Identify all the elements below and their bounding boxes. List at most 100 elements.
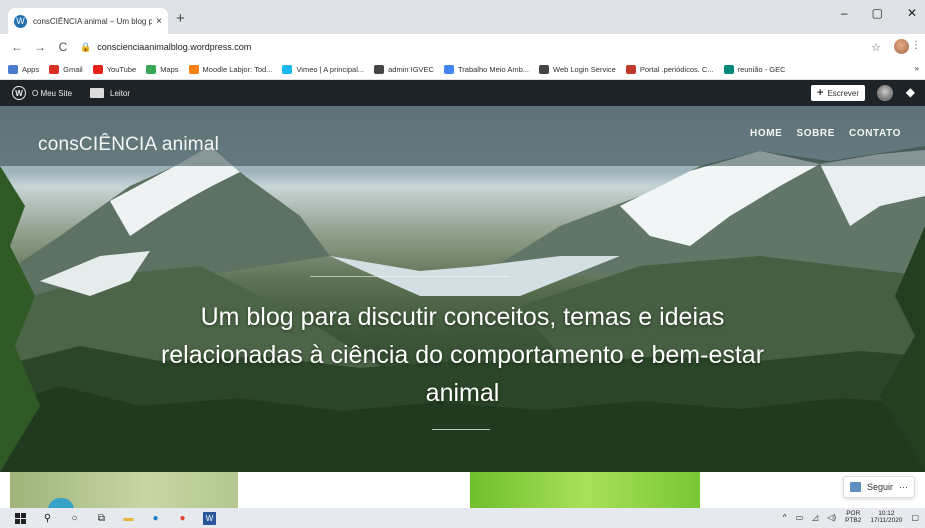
cortana-icon[interactable]: ○: [68, 512, 81, 525]
bookmark-item[interactable]: Web Login Service: [539, 65, 616, 74]
site-navigation: HOME SOBRE CONTATO: [750, 128, 901, 139]
user-avatar[interactable]: [877, 85, 893, 101]
bookmark-item[interactable]: Maps: [146, 65, 179, 74]
lock-icon: 🔒: [80, 41, 92, 52]
new-tab-button[interactable]: +: [176, 11, 185, 26]
tab-title: consCIÊNCIA animal – Um blog p: [33, 16, 153, 26]
site-tagline: Um blog para discutir conceitos, temas e…: [160, 303, 765, 407]
close-window-button[interactable]: ✕: [907, 6, 917, 20]
bookmark-label: Gmail: [63, 65, 83, 74]
bookmark-item[interactable]: Vimeo | A principal...: [282, 65, 364, 74]
follow-more-icon[interactable]: ···: [899, 482, 908, 492]
language-code: POR: [846, 510, 861, 517]
nav-contato[interactable]: CONTATO: [849, 128, 901, 139]
bookmark-star-icon[interactable]: ☆: [871, 41, 881, 54]
bookmark-item[interactable]: admin IGVEC: [374, 65, 434, 74]
wifi-icon[interactable]: ◿: [812, 513, 818, 522]
tab-close-icon[interactable]: ×: [156, 16, 162, 27]
apps-grid-icon: [8, 65, 18, 74]
nav-sobre[interactable]: SOBRE: [796, 128, 835, 139]
search-icon[interactable]: ⚲: [41, 512, 54, 525]
meet-icon: [723, 65, 734, 74]
system-tray: ^ ▭ ◿ ◁) POR PTB2 10:12 17/11/2020 ▢: [783, 510, 919, 524]
bookmark-label: Maps: [160, 65, 179, 74]
follow-button[interactable]: Seguir ···: [842, 476, 915, 498]
address-row: ← → C 🔒 conscienciaanimalblog.wordpress.…: [0, 34, 925, 60]
bookmark-label: admin IGVEC: [388, 65, 434, 74]
task-view-icon[interactable]: ⧉: [95, 512, 108, 525]
chrome-browser-icon[interactable]: ●: [176, 512, 189, 525]
bookmark-label: reunião - GEC: [737, 65, 786, 74]
bookmark-label: Vimeo | A principal...: [296, 65, 365, 74]
wordpress-admin-bar: W O Meu Site Leitor + Escrever ◆: [0, 80, 925, 106]
file-explorer-icon[interactable]: ▬: [122, 512, 135, 525]
maximize-button[interactable]: ▢: [872, 6, 883, 20]
clock[interactable]: 10:12 17/11/2020: [870, 510, 902, 524]
post-card-image-3[interactable]: [470, 472, 700, 508]
my-site-link[interactable]: O Meu Site: [32, 89, 72, 98]
minimize-button[interactable]: –: [841, 6, 848, 20]
bookmark-label: Portal .periódicos. C...: [639, 65, 714, 74]
keyboard-layout: PTB2: [845, 517, 862, 524]
bookmark-item[interactable]: Moodle Labjor: Tod...: [188, 65, 273, 74]
site-title[interactable]: consCIÊNCIA animal: [38, 134, 219, 156]
portal-icon: [625, 65, 636, 74]
globe-icon: [539, 65, 549, 74]
word-app-icon[interactable]: W: [203, 511, 216, 525]
bookmark-label: Apps: [22, 65, 40, 74]
url-text: conscienciaanimalblog.wordpress.com: [97, 42, 252, 52]
bookmarks-overflow-button[interactable]: »: [915, 64, 919, 73]
clock-time: 10:12: [878, 510, 895, 517]
bookmark-label: Trabalho Meio Amb...: [457, 65, 529, 74]
write-button[interactable]: + Escrever: [811, 85, 865, 101]
write-button-label: Escrever: [827, 88, 859, 98]
windows-taskbar: ⚲ ○ ⧉ ▬ ● ● W ^ ▭ ◿ ◁) POR PTB2 10:12 17…: [0, 508, 925, 528]
hero-divider-top: [310, 276, 510, 277]
reader-icon[interactable]: [90, 88, 105, 98]
bookmark-item[interactable]: Portal .periódicos. C...: [625, 65, 714, 74]
reload-button[interactable]: C: [57, 40, 69, 54]
bookmark-label: Web Login Service: [553, 65, 616, 74]
post-cards-row: Seguir ···: [0, 472, 925, 510]
notifications-bell-icon[interactable]: ◆: [906, 85, 915, 99]
bookmark-item[interactable]: YouTube: [92, 65, 136, 74]
gmail-icon: [49, 65, 60, 74]
bookmark-item[interactable]: reunião - GEC: [723, 65, 786, 74]
show-hidden-icons[interactable]: ^: [783, 513, 787, 522]
volume-icon[interactable]: ◁): [827, 513, 836, 522]
bookmark-item[interactable]: Gmail: [49, 65, 83, 74]
windows-start-icon[interactable]: [14, 512, 27, 525]
address-bar[interactable]: 🔒 conscienciaanimalblog.wordpress.com: [80, 37, 880, 57]
hero-divider-bottom: [432, 429, 490, 430]
bookmark-item[interactable]: Trabalho Meio Amb...: [443, 65, 529, 74]
bookmark-label: Moodle Labjor: Tod...: [202, 65, 273, 74]
moodle-icon: [188, 65, 199, 74]
browser-tab[interactable]: W consCIÊNCIA animal – Um blog p ×: [8, 8, 168, 34]
forward-button[interactable]: →: [34, 40, 46, 54]
bookmarks-bar: Apps Gmail YouTube Maps Moodle Labjor: Tod..…: [0, 60, 925, 80]
clock-date: 17/11/2020: [870, 517, 903, 524]
maps-icon: [146, 65, 157, 74]
docs-icon: [443, 65, 454, 74]
write-plus-icon: +: [817, 86, 824, 99]
notifications-icon[interactable]: ▢: [911, 513, 919, 522]
language-indicator[interactable]: POR PTB2: [845, 510, 861, 524]
site-header: consCIÊNCIA animal HOME SOBRE CONTATO: [0, 106, 925, 166]
follow-icon: [849, 482, 861, 492]
nav-home[interactable]: HOME: [750, 128, 782, 139]
wordpress-logo-icon[interactable]: W: [12, 86, 26, 100]
bookmark-item[interactable]: Apps: [8, 65, 39, 74]
follow-button-label: Seguir: [866, 482, 893, 492]
profile-avatar[interactable]: [894, 39, 909, 54]
browser-menu-icon[interactable]: ⋮: [911, 40, 921, 51]
network-icon[interactable]: ▭: [796, 513, 804, 522]
reader-link[interactable]: Leitor: [110, 89, 130, 98]
browser-tab-strip: W consCIÊNCIA animal – Um blog p × + – ▢…: [0, 0, 925, 34]
post-card-image-1[interactable]: [10, 472, 238, 510]
back-button[interactable]: ←: [11, 40, 23, 54]
edge-browser-icon[interactable]: ●: [149, 512, 162, 525]
hero-banner: consCIÊNCIA animal HOME SOBRE CONTATO Um…: [0, 106, 925, 472]
window-controls: – ▢ ✕: [841, 6, 925, 20]
youtube-icon: [92, 65, 103, 74]
wordpress-favicon-icon: W: [14, 14, 27, 28]
